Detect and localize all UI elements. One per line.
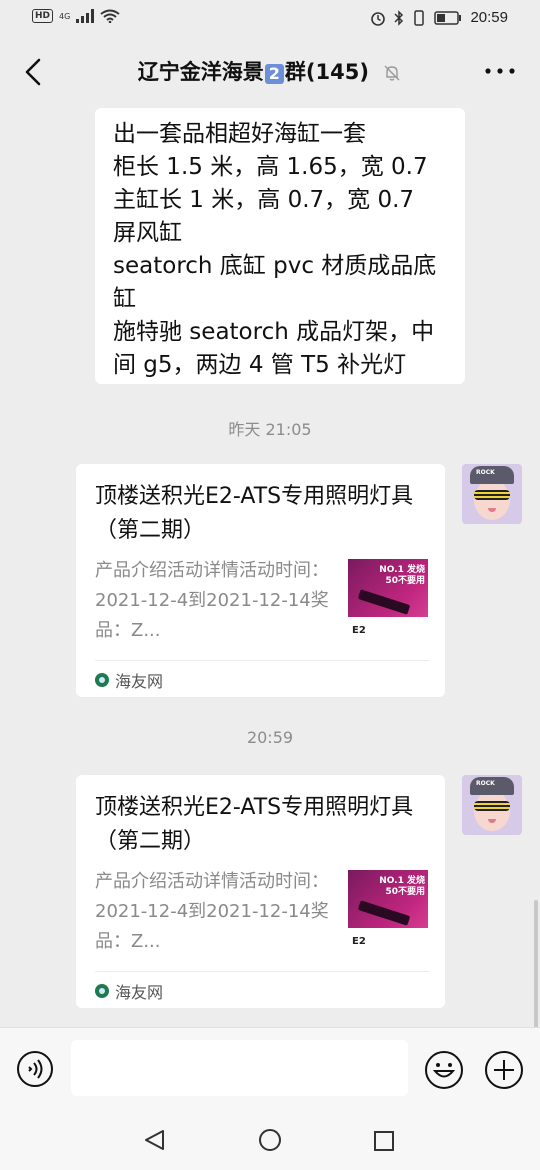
- source-logo-icon: [95, 984, 109, 998]
- system-indicators: 20:59: [370, 9, 508, 26]
- title-number-badge: 2: [264, 64, 284, 84]
- avatar-hat: ROCK: [470, 777, 514, 795]
- timestamp: 昨天 21:05: [228, 420, 312, 439]
- system-navigation-bar: [0, 1102, 540, 1170]
- avatar-hat: ROCK: [470, 466, 514, 484]
- nav-back-button[interactable]: [143, 1128, 167, 1152]
- card-divider: [95, 660, 430, 661]
- source-logo-icon: [95, 673, 109, 687]
- thumbnail-headline: NO.1 发烧 50不要用: [379, 565, 425, 586]
- card-thumbnail: NO.1 发烧 50不要用 E2: [348, 870, 428, 950]
- title-suffix: 群(145): [284, 60, 369, 84]
- chat-title: 辽宁金洋海景 2 群(145): [0, 56, 540, 86]
- card-title: 顶楼送积光E2-ATS专用照明灯具（第二期）: [95, 795, 414, 854]
- status-bar: HD 4G 20:59: [0, 0, 540, 36]
- clock: 20:59: [470, 9, 508, 26]
- mute-bell-icon: [384, 65, 400, 81]
- network-type: 4G: [59, 11, 71, 21]
- scrollbar[interactable]: [534, 900, 538, 1028]
- avatar-glasses: [474, 801, 510, 811]
- thumbnail-model: E2: [352, 625, 366, 636]
- hd-icon: HD: [32, 9, 54, 23]
- source-name: 海友网: [115, 983, 164, 1002]
- nav-home-button[interactable]: [258, 1128, 282, 1152]
- alarm-icon: [371, 11, 386, 26]
- card-title: 顶楼送积光E2-ATS专用照明灯具（第二期）: [95, 484, 414, 543]
- avatar[interactable]: ROCK: [462, 464, 522, 524]
- title-prefix: 辽宁金洋海景: [137, 60, 264, 84]
- wifi-icon: [100, 9, 120, 23]
- avatar-hat-text: ROCK: [476, 780, 495, 787]
- avatar-face: [474, 480, 510, 520]
- avatar-glasses: [474, 490, 510, 500]
- network-indicators: HD 4G: [32, 9, 120, 23]
- battery-icon: [434, 10, 462, 25]
- avatar-hat-text: ROCK: [476, 469, 495, 476]
- card-description: 产品介绍活动详情活动时间：2021-12-4到2021-12-14奖品：Z...: [95, 871, 329, 952]
- card-description: 产品介绍活动详情活动时间：2021-12-4到2021-12-14奖品：Z...: [95, 560, 329, 641]
- link-card[interactable]: 顶楼送积光E2-ATS专用照明灯具（第二期） 产品介绍活动详情活动时间：2021…: [76, 464, 445, 697]
- thumbnail-headline: NO.1 发烧 50不要用: [379, 876, 425, 897]
- message-text: 出一套品相超好海缸一套 柜长 1.5 米，高 1.65，宽 0.7 主缸长 1 …: [113, 121, 437, 378]
- chat-header: 辽宁金洋海景 2 群(145): [0, 42, 540, 106]
- link-card[interactable]: 顶楼送积光E2-ATS专用照明灯具（第二期） 产品介绍活动详情活动时间：2021…: [76, 775, 445, 1008]
- avatar-face: [474, 791, 510, 831]
- avatar[interactable]: ROCK: [462, 775, 522, 835]
- more-options-button[interactable]: [480, 56, 520, 86]
- bluetooth-icon: [394, 9, 404, 26]
- thumbnail-lamp: [357, 589, 411, 615]
- nav-recents-button[interactable]: [373, 1130, 395, 1152]
- voice-input-button[interactable]: [16, 1050, 54, 1088]
- source-name: 海友网: [115, 672, 164, 691]
- message-input[interactable]: [71, 1040, 408, 1096]
- add-attachment-button[interactable]: [484, 1050, 524, 1090]
- card-source: 海友网: [95, 668, 163, 692]
- card-thumbnail: NO.1 发烧 50不要用 E2: [348, 559, 428, 639]
- text-message-bubble[interactable]: 出一套品相超好海缸一套 柜长 1.5 米，高 1.65，宽 0.7 主缸长 1 …: [95, 108, 465, 384]
- card-divider: [95, 971, 430, 972]
- signal-icon: [76, 9, 95, 23]
- vibrate-icon: [414, 9, 425, 26]
- emoji-button[interactable]: [424, 1050, 464, 1090]
- card-source: 海友网: [95, 979, 163, 1003]
- input-bar: [0, 1027, 540, 1102]
- timestamp: 20:59: [246, 728, 294, 747]
- thumbnail-model: E2: [352, 936, 366, 947]
- thumbnail-lamp: [357, 900, 411, 926]
